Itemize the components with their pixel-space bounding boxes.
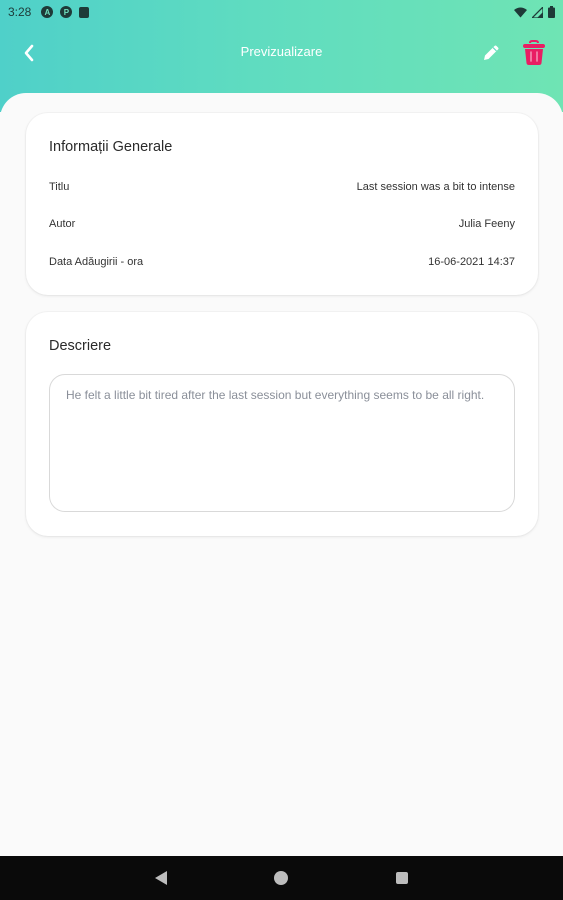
info-label: Titlu	[49, 181, 70, 193]
info-row-date: Data Adăugirii - ora 16-06-2021 14:37	[49, 254, 515, 270]
nav-recents-icon[interactable]	[396, 872, 408, 884]
info-value: Julia Feeny	[458, 218, 515, 230]
play-protect-icon: P	[60, 6, 73, 18]
delete-button[interactable]	[520, 38, 548, 68]
info-row-title: Titlu Last session was a bit to intense	[49, 179, 515, 195]
edit-button[interactable]	[478, 40, 504, 66]
description-title: Descriere	[49, 338, 112, 354]
general-info-title: Informații Generale	[49, 139, 173, 155]
trash-icon	[523, 40, 545, 65]
status-time: 3:28	[8, 5, 32, 19]
battery-icon	[548, 6, 555, 18]
info-value: Last session was a bit to intense	[356, 181, 515, 193]
sd-card-icon	[79, 6, 90, 18]
info-row-author: Autor Julia Feeny	[49, 216, 515, 232]
info-value: 16-06-2021 14:37	[428, 256, 515, 268]
status-bar: 3:28 A P	[0, 0, 563, 24]
nav-back-icon[interactable]	[153, 870, 169, 886]
wifi-icon	[514, 7, 527, 17]
pencil-icon	[484, 45, 499, 60]
autofill-icon: A	[41, 6, 54, 18]
app-bar: Previzualizare	[0, 30, 563, 76]
description-text: He felt a little bit tired after the las…	[49, 374, 515, 512]
info-label: Autor	[49, 218, 76, 230]
nav-home-icon[interactable]	[274, 871, 288, 885]
signal-icon	[532, 6, 543, 18]
content-sheet: Informații Generale Titlu Last session w…	[0, 93, 563, 856]
general-info-card: Informații Generale Titlu Last session w…	[26, 113, 538, 295]
info-label: Data Adăugirii - ora	[49, 256, 144, 268]
description-card: Descriere He felt a little bit tired aft…	[26, 312, 538, 536]
system-nav-bar	[0, 856, 563, 900]
